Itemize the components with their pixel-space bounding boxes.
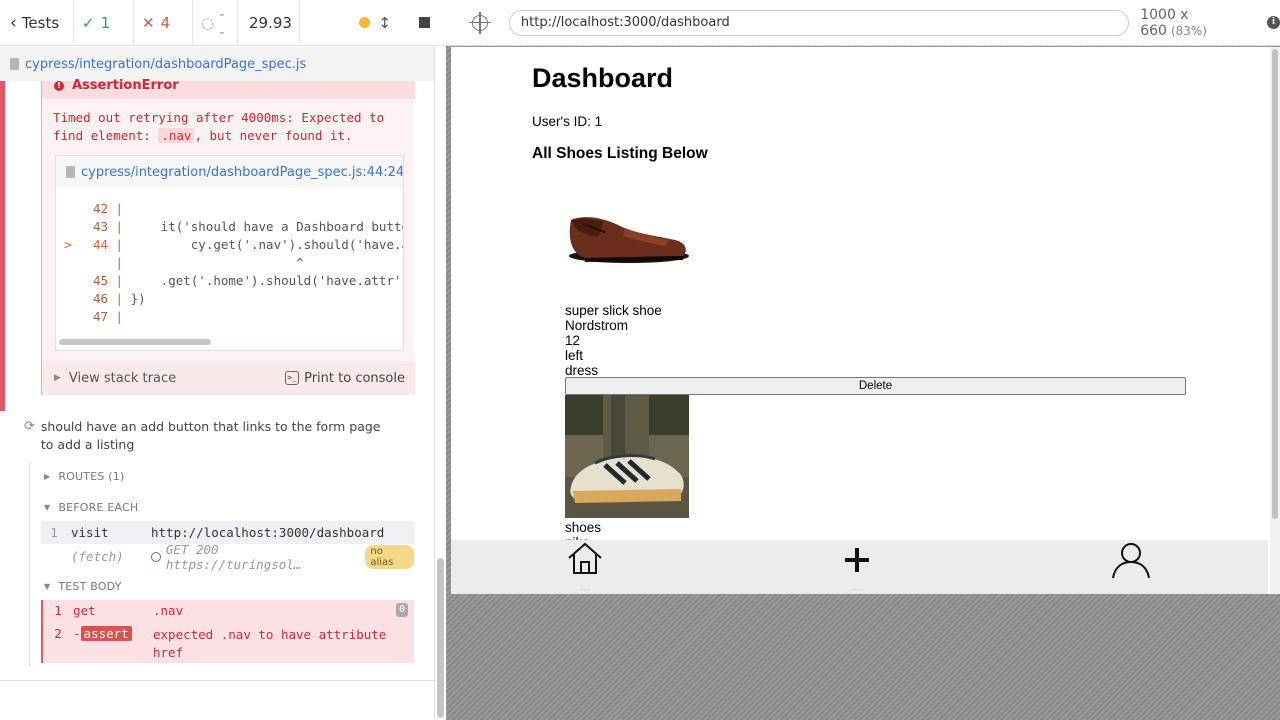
code-frame: cypress/integration/dashboardPage_spec.j… xyxy=(55,155,404,351)
reporter-bottom-divider xyxy=(0,680,434,681)
chevron-left-icon: ‹ xyxy=(10,12,17,33)
user-icon xyxy=(1112,543,1150,579)
expand-triangle-icon: ▶ xyxy=(44,472,51,481)
code-line: 46 | }) xyxy=(92,291,146,306)
code-line: | ^ xyxy=(108,255,304,270)
command-get[interactable]: 1 get .nav xyxy=(43,603,414,618)
command-message: GET 200 https://turingsol… xyxy=(165,541,302,572)
code-line: 45 | .get('.home').should('have.attr', xyxy=(92,273,404,288)
pending-circle-icon: ◌ xyxy=(201,13,215,32)
add-nav-button[interactable]: ········· xyxy=(837,540,877,594)
check-icon: ✓ xyxy=(82,13,95,32)
shoe-side: left xyxy=(565,348,584,363)
expand-triangle-icon: ▶ xyxy=(54,373,61,383)
element-count-badge: 0 xyxy=(395,603,408,617)
bottom-nav: ········ ········· xyxy=(451,540,1268,594)
error-box: ! AssertionError Timed out retrying after… xyxy=(41,79,415,395)
tests-button[interactable]: ‹ Tests xyxy=(0,0,74,46)
home-nav-button[interactable]: ········ xyxy=(565,540,605,594)
print-to-console-button[interactable]: >_ Print to console xyxy=(285,371,405,386)
retry-spinner-icon: ⟳ xyxy=(24,419,35,434)
passed-count[interactable]: ✓ 1 xyxy=(74,0,134,46)
viewport-size: 1000 x 660 (83%) xyxy=(1140,6,1207,39)
failed-test-block: ! AssertionError Timed out retrying after… xyxy=(0,79,434,411)
fail-indicator xyxy=(0,81,5,411)
listing-heading: All Shoes Listing Below xyxy=(532,145,708,162)
spec-file-bar[interactable]: cypress/integration/dashboardPage_spec.j… xyxy=(0,47,434,81)
shoe-size: 12 xyxy=(565,333,581,348)
routes-section[interactable]: ▶ ROUTES (1) xyxy=(44,470,124,483)
alias-badge: no alias xyxy=(365,544,414,569)
error-icon: ! xyxy=(54,81,64,91)
cross-icon: ✕ xyxy=(142,13,155,32)
error-message: Timed out retrying after 4000ms: Expecte… xyxy=(53,110,385,143)
test-title: should have an add button that links to … xyxy=(40,419,381,452)
hook-guide-line xyxy=(29,462,30,667)
stack-trace-row: ▶ View stack trace >_ Print to console xyxy=(42,361,415,395)
code-line: 43 | it('should have a Dashboard butto xyxy=(92,219,404,234)
reporter-header: ‹ Tests ✓ 1 ✕ 4 ◌ -- 29.93 ↕ xyxy=(0,0,446,46)
reporter-panel: ‹ Tests ✓ 1 ✕ 4 ◌ -- 29.93 ↕ cypress/int… xyxy=(0,0,446,720)
dash: - xyxy=(73,626,81,641)
tests-label: Tests xyxy=(21,13,60,32)
runner-panel: http://localhost:3000/dashboard 1000 x 6… xyxy=(446,0,1280,720)
code-lines: 42 | 43 | it('should have a Dashboard bu… xyxy=(56,200,404,326)
plus-icon xyxy=(845,548,869,572)
error-title: ! AssertionError xyxy=(42,79,415,99)
before-each-section[interactable]: ▼ BEFORE EACH xyxy=(44,501,138,514)
code-line: >44 | cy.get('.nav').should('have.a xyxy=(64,237,404,252)
terminal-icon: >_ xyxy=(285,371,300,385)
running-status-icon xyxy=(359,17,371,28)
app-scrollbar-thumb[interactable] xyxy=(1272,49,1278,519)
selector-playground-icon[interactable] xyxy=(469,11,491,34)
shoe-name: shoes xyxy=(565,520,602,535)
home-caption: ········ xyxy=(579,587,591,592)
profile-nav-button[interactable] xyxy=(1111,540,1151,594)
error-selector: .nav xyxy=(158,128,195,143)
spec-file-path: cypress/integration/dashboardPage_spec.j… xyxy=(25,56,307,72)
delete-button[interactable]: Delete xyxy=(565,377,1186,395)
pending-count[interactable]: ◌ -- xyxy=(193,0,238,46)
page-title: Dashboard xyxy=(532,63,674,93)
url-input[interactable]: http://localhost:3000/dashboard xyxy=(508,9,1130,36)
code-frame-scrollbar[interactable] xyxy=(59,339,211,345)
add-caption: ········· xyxy=(851,587,863,592)
test-body-section[interactable]: ▼ TEST BODY xyxy=(44,580,122,593)
reporter-divider xyxy=(434,46,435,720)
run-controls: ↕ xyxy=(300,0,446,46)
code-frame-file-link[interactable]: cypress/integration/dashboardPage_spec.j… xyxy=(56,156,403,188)
failed-count[interactable]: ✕ 4 xyxy=(134,0,193,46)
collapse-triangle-icon: ▼ xyxy=(44,503,51,512)
code-line: 42 | xyxy=(92,201,131,216)
duration: 29.93 xyxy=(238,0,300,46)
reporter-scrollbar[interactable] xyxy=(437,558,444,718)
dress-shoe-image xyxy=(569,217,689,263)
test-title-row[interactable]: ⟳ should have an add button that links t… xyxy=(24,418,394,454)
shoe-brand: Nordstrom xyxy=(565,318,629,333)
collapse-triangle-icon: ▼ xyxy=(44,582,51,591)
shoe-type: dress xyxy=(565,363,599,378)
view-stack-trace-button[interactable]: View stack trace xyxy=(69,371,176,386)
stop-icon[interactable] xyxy=(419,17,430,28)
xhr-circle-icon xyxy=(150,551,161,562)
test-body-commands: 1 get .nav 0 2 - assert expected .nav to … xyxy=(41,600,414,663)
file-icon xyxy=(10,58,19,70)
command-fetch[interactable]: (fetch) GET 200 https://turingsol… no al… xyxy=(41,542,414,572)
file-icon xyxy=(66,166,75,178)
app-scrollbar[interactable] xyxy=(1270,47,1280,594)
runner-url-bar: http://localhost:3000/dashboard 1000 x 6… xyxy=(446,0,1280,46)
info-icon[interactable]: i xyxy=(1267,16,1280,29)
shoe-name: super slick shoe xyxy=(565,303,662,318)
command-assert[interactable]: 2 - assert expected .nav to have attribut… xyxy=(43,626,414,662)
auto-scroll-toggle-icon[interactable]: ↕ xyxy=(378,14,391,32)
app-under-test: Dashboard User's ID: 1 All Shoes Listing… xyxy=(451,47,1280,594)
assert-badge: assert xyxy=(80,626,132,641)
command-message: http://localhost:3000/dashboard xyxy=(151,525,385,540)
code-line: 47 | xyxy=(92,309,131,324)
home-icon xyxy=(568,542,602,574)
user-id: User's ID: 1 xyxy=(532,114,603,129)
sneaker-photo xyxy=(565,395,689,518)
